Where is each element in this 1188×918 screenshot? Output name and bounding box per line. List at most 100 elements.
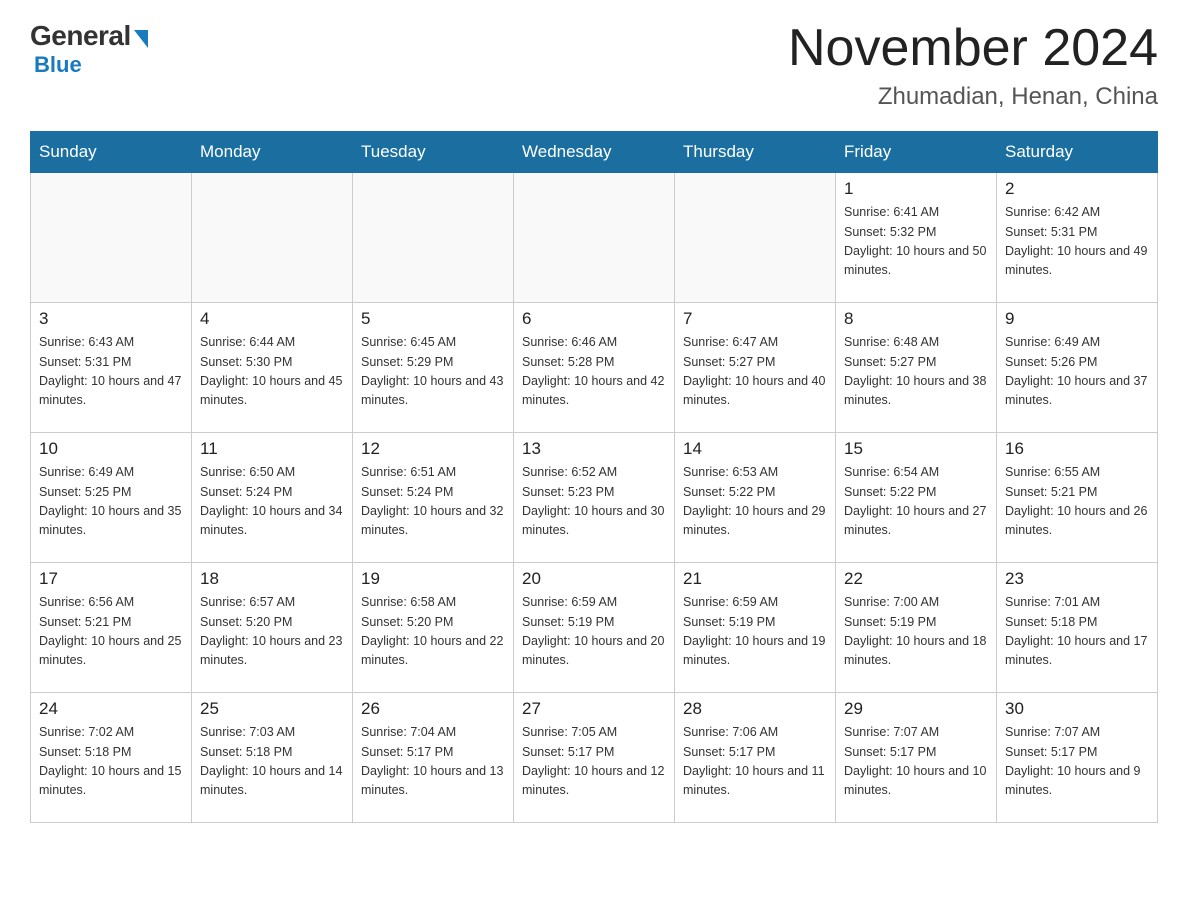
day-info: Sunrise: 6:55 AMSunset: 5:21 PMDaylight:…: [1005, 463, 1149, 541]
day-info: Sunrise: 6:57 AMSunset: 5:20 PMDaylight:…: [200, 593, 344, 671]
calendar-cell: 16 Sunrise: 6:55 AMSunset: 5:21 PMDayligh…: [997, 433, 1158, 563]
calendar-cell: [514, 173, 675, 303]
calendar-cell: 25Sunrise: 7:03 AMSunset: 5:18 PMDayligh…: [192, 693, 353, 823]
calendar-week-row: 17 Sunrise: 6:56 AMSunset: 5:21 PMDayligh…: [31, 563, 1158, 693]
calendar-cell: [675, 173, 836, 303]
day-number: 9: [1005, 309, 1149, 329]
day-number: 2: [1005, 179, 1149, 199]
day-info: Sunrise: 6:41 AMSunset: 5:32 PMDaylight:…: [844, 203, 988, 281]
calendar-cell: 19 Sunrise: 6:58 AMSunset: 5:20 PMDayligh…: [353, 563, 514, 693]
calendar-cell: 27 Sunrise: 7:05 AMSunset: 5:17 PMDayligh…: [514, 693, 675, 823]
calendar-cell: 21 Sunrise: 6:59 AMSunset: 5:19 PMDayligh…: [675, 563, 836, 693]
month-title: November 2024: [788, 20, 1158, 77]
calendar-cell: [353, 173, 514, 303]
day-info: Sunrise: 6:49 AMSunset: 5:26 PMDaylight:…: [1005, 333, 1149, 411]
calendar-cell: 23 Sunrise: 7:01 AMSunset: 5:18 PMDayligh…: [997, 563, 1158, 693]
day-of-week-header: Thursday: [675, 132, 836, 173]
day-number: 3: [39, 309, 183, 329]
day-info: Sunrise: 7:07 AMSunset: 5:17 PMDaylight:…: [1005, 723, 1149, 801]
calendar-cell: 13 Sunrise: 6:52 AMSunset: 5:23 PMDayligh…: [514, 433, 675, 563]
calendar-cell: 29 Sunrise: 7:07 AMSunset: 5:17 PMDayligh…: [836, 693, 997, 823]
day-number: 4: [200, 309, 344, 329]
calendar-header-row: SundayMondayTuesdayWednesdayThursdayFrid…: [31, 132, 1158, 173]
day-number: 22: [844, 569, 988, 589]
day-number: 16: [1005, 439, 1149, 459]
calendar-week-row: 24Sunrise: 7:02 AMSunset: 5:18 PMDayligh…: [31, 693, 1158, 823]
day-info: Sunrise: 6:52 AMSunset: 5:23 PMDaylight:…: [522, 463, 666, 541]
calendar-cell: 3 Sunrise: 6:43 AMSunset: 5:31 PMDaylight…: [31, 303, 192, 433]
calendar-cell: 20Sunrise: 6:59 AMSunset: 5:19 PMDayligh…: [514, 563, 675, 693]
logo-blue-text: Blue: [34, 52, 82, 78]
title-area: November 2024 Zhumadian, Henan, China: [788, 20, 1158, 111]
header: General Blue November 2024 Zhumadian, He…: [30, 20, 1158, 111]
day-of-week-header: Saturday: [997, 132, 1158, 173]
day-info: Sunrise: 6:56 AMSunset: 5:21 PMDaylight:…: [39, 593, 183, 671]
day-of-week-header: Wednesday: [514, 132, 675, 173]
day-info: Sunrise: 6:58 AMSunset: 5:20 PMDaylight:…: [361, 593, 505, 671]
day-number: 1: [844, 179, 988, 199]
calendar-cell: 30 Sunrise: 7:07 AMSunset: 5:17 PMDayligh…: [997, 693, 1158, 823]
logo-general-text: General: [30, 20, 131, 52]
day-number: 23: [1005, 569, 1149, 589]
day-of-week-header: Tuesday: [353, 132, 514, 173]
day-number: 14: [683, 439, 827, 459]
day-info: Sunrise: 6:59 AMSunset: 5:19 PMDaylight:…: [522, 593, 666, 671]
calendar-cell: 12Sunrise: 6:51 AMSunset: 5:24 PMDayligh…: [353, 433, 514, 563]
day-number: 6: [522, 309, 666, 329]
day-info: Sunrise: 6:48 AMSunset: 5:27 PMDaylight:…: [844, 333, 988, 411]
day-info: Sunrise: 6:59 AMSunset: 5:19 PMDaylight:…: [683, 593, 827, 671]
day-number: 21: [683, 569, 827, 589]
day-info: Sunrise: 7:05 AMSunset: 5:17 PMDaylight:…: [522, 723, 666, 801]
day-info: Sunrise: 6:53 AMSunset: 5:22 PMDaylight:…: [683, 463, 827, 541]
calendar-cell: [192, 173, 353, 303]
calendar-cell: 2 Sunrise: 6:42 AMSunset: 5:31 PMDaylight…: [997, 173, 1158, 303]
day-number: 30: [1005, 699, 1149, 719]
calendar-week-row: 3 Sunrise: 6:43 AMSunset: 5:31 PMDaylight…: [31, 303, 1158, 433]
calendar-cell: 28Sunrise: 7:06 AMSunset: 5:17 PMDayligh…: [675, 693, 836, 823]
calendar-cell: 11 Sunrise: 6:50 AMSunset: 5:24 PMDayligh…: [192, 433, 353, 563]
day-number: 13: [522, 439, 666, 459]
calendar-cell: 5 Sunrise: 6:45 AMSunset: 5:29 PMDaylight…: [353, 303, 514, 433]
calendar-cell: [31, 173, 192, 303]
day-number: 11: [200, 439, 344, 459]
day-number: 26: [361, 699, 505, 719]
day-of-week-header: Monday: [192, 132, 353, 173]
day-number: 12: [361, 439, 505, 459]
day-number: 10: [39, 439, 183, 459]
day-info: Sunrise: 6:46 AMSunset: 5:28 PMDaylight:…: [522, 333, 666, 411]
day-info: Sunrise: 6:44 AMSunset: 5:30 PMDaylight:…: [200, 333, 344, 411]
calendar-cell: 1 Sunrise: 6:41 AMSunset: 5:32 PMDaylight…: [836, 173, 997, 303]
day-info: Sunrise: 6:45 AMSunset: 5:29 PMDaylight:…: [361, 333, 505, 411]
day-info: Sunrise: 6:54 AMSunset: 5:22 PMDaylight:…: [844, 463, 988, 541]
day-info: Sunrise: 7:07 AMSunset: 5:17 PMDaylight:…: [844, 723, 988, 801]
day-of-week-header: Sunday: [31, 132, 192, 173]
calendar-week-row: 10 Sunrise: 6:49 AMSunset: 5:25 PMDayligh…: [31, 433, 1158, 563]
day-number: 24: [39, 699, 183, 719]
day-number: 17: [39, 569, 183, 589]
day-number: 27: [522, 699, 666, 719]
calendar-week-row: 1 Sunrise: 6:41 AMSunset: 5:32 PMDaylight…: [31, 173, 1158, 303]
day-number: 5: [361, 309, 505, 329]
calendar-cell: 7 Sunrise: 6:47 AMSunset: 5:27 PMDaylight…: [675, 303, 836, 433]
calendar-cell: 8Sunrise: 6:48 AMSunset: 5:27 PMDaylight…: [836, 303, 997, 433]
day-number: 29: [844, 699, 988, 719]
day-info: Sunrise: 6:47 AMSunset: 5:27 PMDaylight:…: [683, 333, 827, 411]
calendar-cell: 6 Sunrise: 6:46 AMSunset: 5:28 PMDaylight…: [514, 303, 675, 433]
day-info: Sunrise: 7:04 AMSunset: 5:17 PMDaylight:…: [361, 723, 505, 801]
calendar-cell: 24Sunrise: 7:02 AMSunset: 5:18 PMDayligh…: [31, 693, 192, 823]
day-info: Sunrise: 7:01 AMSunset: 5:18 PMDaylight:…: [1005, 593, 1149, 671]
day-info: Sunrise: 6:42 AMSunset: 5:31 PMDaylight:…: [1005, 203, 1149, 281]
day-info: Sunrise: 6:49 AMSunset: 5:25 PMDaylight:…: [39, 463, 183, 541]
day-number: 25: [200, 699, 344, 719]
day-number: 18: [200, 569, 344, 589]
day-info: Sunrise: 6:50 AMSunset: 5:24 PMDaylight:…: [200, 463, 344, 541]
location-title: Zhumadian, Henan, China: [788, 83, 1158, 111]
day-of-week-header: Friday: [836, 132, 997, 173]
calendar-cell: 22Sunrise: 7:00 AMSunset: 5:19 PMDayligh…: [836, 563, 997, 693]
calendar: SundayMondayTuesdayWednesdayThursdayFrid…: [30, 131, 1158, 823]
logo-triangle-icon: [134, 30, 148, 48]
day-info: Sunrise: 6:43 AMSunset: 5:31 PMDaylight:…: [39, 333, 183, 411]
calendar-cell: 17 Sunrise: 6:56 AMSunset: 5:21 PMDayligh…: [31, 563, 192, 693]
day-number: 19: [361, 569, 505, 589]
day-number: 7: [683, 309, 827, 329]
